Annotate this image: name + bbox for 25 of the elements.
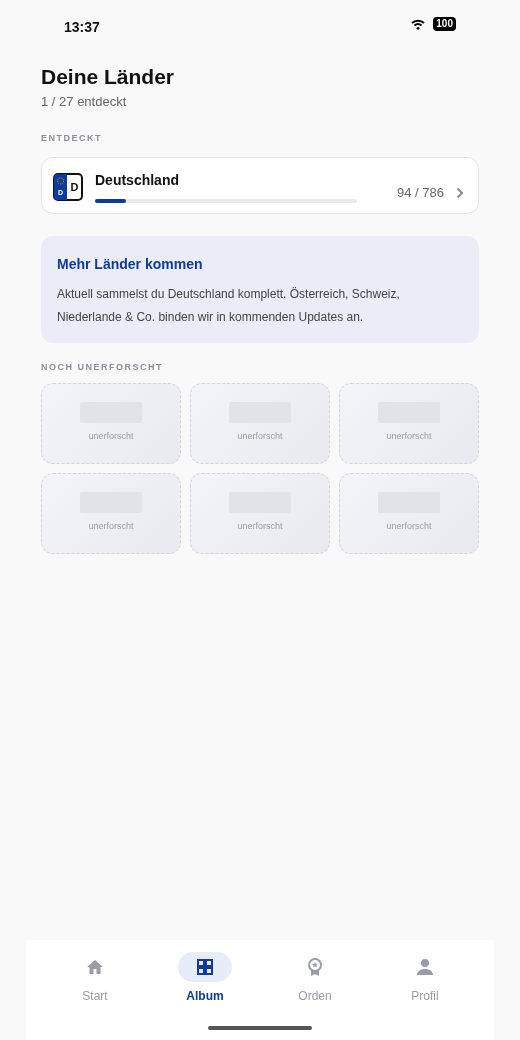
tab-item[interactable]: Start [40, 940, 150, 1040]
tab-item[interactable]: Profil [370, 940, 480, 1040]
tile-label: unerforscht [237, 430, 283, 444]
page-title: Deine Länder [41, 64, 176, 90]
tile-label: unerforscht [386, 520, 432, 534]
info-title: Mehr Länder kommen [57, 255, 204, 275]
chevron-right-icon [456, 186, 464, 199]
wifi-icon [411, 18, 426, 30]
status-time: 13:37 [64, 18, 100, 37]
tile-label: unerforscht [386, 430, 432, 444]
home-icon [85, 957, 105, 977]
grid-icon [195, 957, 215, 977]
section-heading: NOCH UNERFORSCHT [41, 361, 164, 375]
tab-item[interactable]: Orden [260, 940, 370, 1040]
battery-indicator: 100 [433, 17, 456, 31]
tile-label: unerforscht [88, 430, 134, 444]
info-text: Aktuell sammelst du Deutschland komplett. Österreich, Schweiz, Niederlande & Co. binden wir in kommenden Updates an. [57, 286, 401, 327]
discovered-count: 1 / 27 entdeckt [41, 93, 128, 112]
tile-label: unerforscht [88, 520, 134, 534]
country-name: Deutschland [95, 171, 180, 191]
tile-label: unerforscht [237, 520, 283, 534]
section-heading: ENTDECKT [41, 131, 103, 145]
sticker-count: 94 / 786 [397, 183, 444, 202]
medal-icon [305, 957, 325, 977]
person-icon [415, 957, 435, 977]
